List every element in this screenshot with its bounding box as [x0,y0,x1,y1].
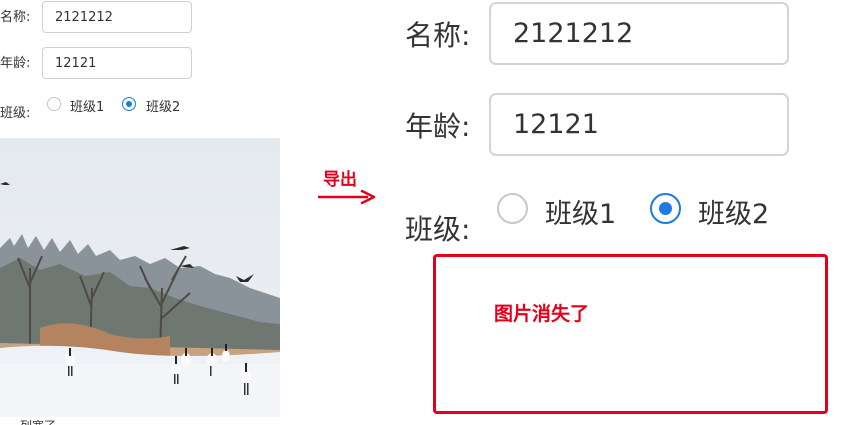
exported-class1-radio-label[interactable]: 班级1 [545,192,616,231]
missing-image-note: 图片消失了 [494,303,590,325]
class-label: 班级: [0,106,31,121]
class1-radio-label[interactable]: 班级1 [70,96,104,115]
exported-age-input-value: 12121 [513,109,599,140]
class2-radio-label[interactable]: 班级2 [146,96,180,115]
caption-partial: 列宽了 [20,420,56,425]
exported-age-input[interactable]: 12121 [489,93,789,156]
class2-radio[interactable] [122,97,136,111]
exported-class1-radio[interactable] [497,193,528,224]
name-input[interactable]: 2121212 [42,1,192,33]
missing-image-box [433,254,828,414]
age-label: 年龄: [0,56,31,71]
age-input-value: 12121 [55,55,97,71]
exported-class2-radio-label[interactable]: 班级2 [698,192,769,231]
class1-radio[interactable] [47,97,61,111]
arrow-right-icon [318,189,376,205]
age-input[interactable]: 12121 [42,47,192,79]
exported-name-input-value: 2121212 [513,18,634,49]
exported-age-label: 年龄: [405,110,471,143]
name-label: 名称: [0,10,31,25]
name-input-value: 2121212 [55,9,113,25]
exported-class2-radio[interactable] [650,193,681,224]
exported-name-label: 名称: [405,19,471,52]
exported-class-label: 班级: [405,213,471,246]
exported-name-input[interactable]: 2121212 [489,2,789,65]
crane-photo [0,138,280,417]
